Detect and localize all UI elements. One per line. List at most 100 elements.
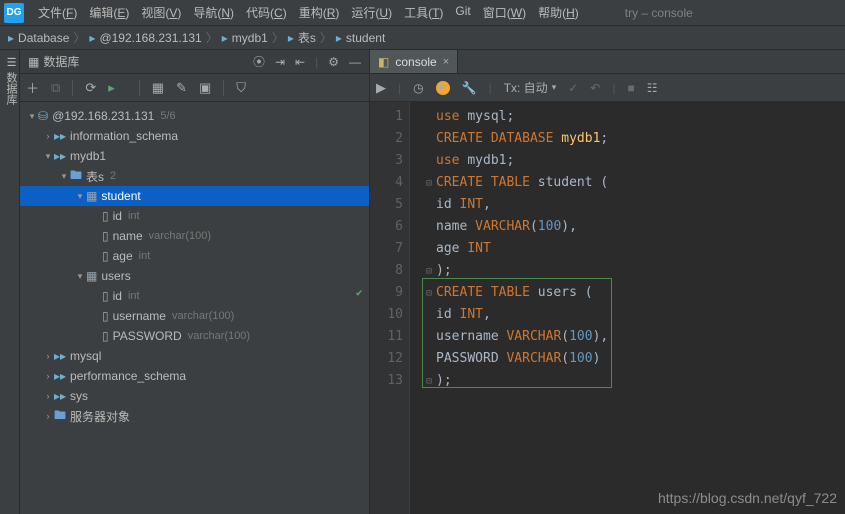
code-line[interactable]: ⊟); [426,260,845,282]
code-line[interactable]: ⊟age INT [426,238,845,260]
tree-col-id[interactable]: ▯idint [20,206,369,226]
check-icon: ✔ [356,282,363,304]
divider: | [315,55,318,69]
code-line[interactable]: ⊟username VARCHAR(100), [426,326,845,348]
crumb-@192.168.231.131[interactable]: ▸@192.168.231.131 [89,31,201,45]
tree-col-name[interactable]: ▯namevarchar(100) [20,226,369,246]
history-icon[interactable]: ◷ [413,81,423,95]
code-line[interactable]: ⊟use mydb1; [426,150,845,172]
refresh-icon[interactable]: ⟳ [85,80,96,96]
rollback-icon[interactable]: P [436,81,450,95]
menu-视图[interactable]: 视图(V) [135,2,187,23]
expand-icon[interactable]: ⇤ [295,55,305,69]
close-icon[interactable]: × [443,56,449,68]
tab-console[interactable]: ◧ console × [370,50,458,73]
tree-root[interactable]: ▾⛁@192.168.231.1315/6 [20,106,369,126]
db-icon: ⛁ [38,109,48,123]
folder-icon: 🖿 [70,166,82,187]
gutter-line: 6 [370,216,403,238]
target-icon[interactable]: ⦿ [253,53,265,70]
code-line[interactable]: ⊟CREATE TABLE users ( [426,282,845,304]
grid-icon[interactable]: ▦ [152,80,164,96]
schema-icon: ▸▸ [54,149,66,163]
tree-performance-schema[interactable]: ›▸▸performance_schema [20,366,369,386]
gear-icon[interactable]: ⚙ [328,55,339,69]
tx-mode[interactable]: Tx: 自动▾ [504,79,557,96]
folder-icon: ▸ [288,31,294,45]
code-line[interactable]: ⊟PASSWORD VARCHAR(100) [426,348,845,370]
menu-帮助[interactable]: 帮助(H) [532,2,585,23]
copy-icon[interactable]: ⧉ [51,80,60,96]
panel-title: 数据库 [43,53,79,70]
schema-icon: ▸▸ [54,349,66,363]
code-line[interactable]: ⊟use mysql; [426,106,845,128]
database-tree[interactable]: ▾⛁@192.168.231.1315/6›▸▸information_sche… [20,102,369,514]
menu-文件[interactable]: 文件(F) [32,2,83,23]
gutter-line: 1 [370,106,403,128]
tree-users[interactable]: ▾▦users [20,266,369,286]
crumb-student[interactable]: ▸student [336,31,385,45]
minimize-icon[interactable]: — [349,55,361,69]
tree-col-age[interactable]: ▯ageint [20,246,369,266]
add-icon[interactable]: ＋ [26,78,39,97]
schema-icon: ▸▸ [54,369,66,383]
wrench-icon[interactable]: 🔧 [462,81,477,95]
fold-icon[interactable]: ⊟ [426,178,432,189]
code-line[interactable]: ⊟CREATE DATABASE mydb1; [426,128,845,150]
menu-窗口[interactable]: 窗口(W) [477,2,532,23]
tree-student[interactable]: ▾▦student [20,186,369,206]
undo-icon[interactable]: ↶ [590,81,600,95]
menu-重构[interactable]: 重构(R) [293,2,346,23]
editor-panel: ◧ console × ▶ | ◷ P 🔧 | Tx: 自动▾ ✓ ↶ | ■ … [370,50,845,514]
crumb-mydb1[interactable]: ▸mydb1 [222,31,268,45]
layout-icon[interactable]: ☷ [647,81,658,95]
code-line[interactable]: ⊟); [426,370,845,392]
title-bar: DG 文件(F)编辑(E)视图(V)导航(N)代码(C)重构(R)运行(U)工具… [0,0,845,26]
rail-db-label: 数据库 [5,72,17,105]
gutter-line: ✔9 [370,282,403,304]
console-icon: ◧ [378,55,389,69]
fold-icon[interactable]: ⊟ [426,288,432,299]
tree-col-username[interactable]: ▯usernamevarchar(100) [20,306,369,326]
fold-icon[interactable]: ⊟ [426,266,432,277]
code-line[interactable]: ⊟id INT, [426,304,845,326]
code-line[interactable]: ⊟CREATE TABLE student ( [426,172,845,194]
tree-information-schema[interactable]: ›▸▸information_schema [20,126,369,146]
tree-server-objects[interactable]: ›🖿服务器对象 [20,406,369,426]
menu-工具[interactable]: 工具(T) [398,2,449,23]
app-logo: DG [4,3,24,23]
stop-icon[interactable]: ■ [627,81,634,95]
tree-mydb1[interactable]: ▾▸▸mydb1 [20,146,369,166]
editor-body[interactable]: 12345678✔910111213 ⊟use mysql;⊟CREATE DA… [370,102,845,514]
code-line[interactable]: ⊟name VARCHAR(100), [426,216,845,238]
code-area[interactable]: ⊟use mysql;⊟CREATE DATABASE mydb1;⊟use m… [410,102,845,514]
run-icon[interactable]: ▶ [376,80,386,96]
menu-编辑[interactable]: 编辑(E) [83,2,135,23]
column-icon: ▯ [102,289,109,303]
crumb-Database[interactable]: ▸Database [8,31,69,45]
editor-toolbar: ▶ | ◷ P 🔧 | Tx: 自动▾ ✓ ↶ | ■ ☷ [370,74,845,102]
console-icon[interactable]: ▣ [199,80,211,96]
crumb-表s[interactable]: ▸表s [288,29,316,46]
menu-代码[interactable]: 代码(C) [240,2,293,23]
tree-sys[interactable]: ›▸▸sys [20,386,369,406]
db-toolbar: ＋ ⧉ ⟳ ▸ ▦ ✎ ▣ ⛉ [20,74,369,102]
gutter-line: 13 [370,370,403,392]
play-icon[interactable]: ▸ [108,80,115,96]
column-icon: ▯ [102,249,109,263]
menu-运行[interactable]: 运行(U) [345,2,398,23]
left-rail[interactable]: ☰ 数据库 [0,50,20,514]
menu-导航[interactable]: 导航(N) [187,2,240,23]
tree-tables-folder[interactable]: ▾🖿表s2 [20,166,369,186]
tree-mysql[interactable]: ›▸▸mysql [20,346,369,366]
tree-col-id[interactable]: ▯idint [20,286,369,306]
menu-Git[interactable]: Git [449,2,476,23]
filter-icon[interactable]: ⛉ [236,80,246,96]
commit-icon[interactable]: ✓ [568,81,578,95]
gutter-line: 12 [370,348,403,370]
collapse-icon[interactable]: ⇥ [275,55,285,69]
tree-col-PASSWORD[interactable]: ▯PASSWORDvarchar(100) [20,326,369,346]
fold-icon[interactable]: ⊟ [426,376,432,387]
edit-icon[interactable]: ✎ [176,80,187,96]
code-line[interactable]: ⊟id INT, [426,194,845,216]
